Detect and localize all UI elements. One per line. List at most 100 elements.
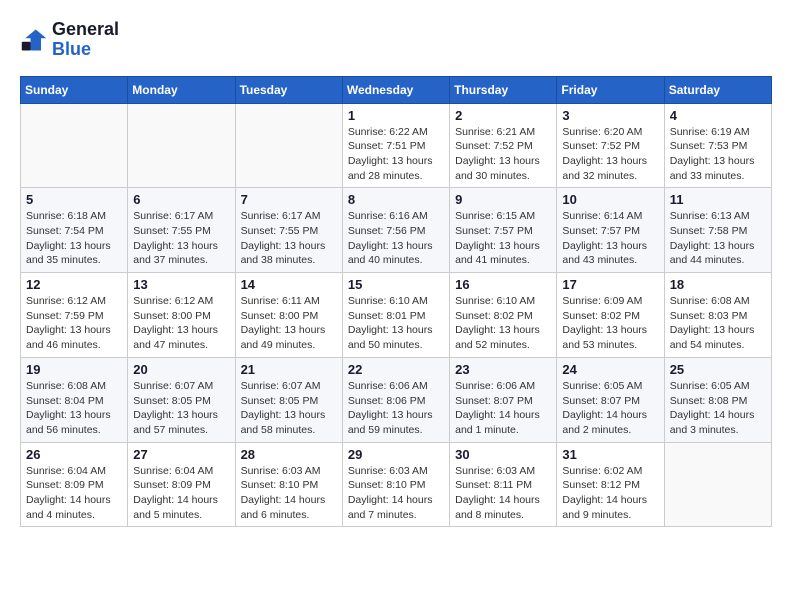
day-info: Sunrise: 6:18 AM Sunset: 7:54 PM Dayligh… bbox=[26, 209, 122, 268]
day-cell-23: 23Sunrise: 6:06 AM Sunset: 8:07 PM Dayli… bbox=[450, 357, 557, 442]
logo-text-line2: Blue bbox=[52, 40, 119, 60]
column-header-saturday: Saturday bbox=[664, 76, 771, 103]
week-row-2: 5 Sunrise: 6:18 AM Sunset: 7:54 PM Daylig… bbox=[21, 188, 772, 273]
day-number: 26 bbox=[26, 447, 122, 462]
day-cell-14: 14 Sunrise: 6:11 AM Sunset: 8:00 PM Dayli… bbox=[235, 273, 342, 358]
day-number: 14 bbox=[241, 277, 337, 292]
column-header-monday: Monday bbox=[128, 76, 235, 103]
day-cell-24: 24Sunrise: 6:05 AM Sunset: 8:07 PM Dayli… bbox=[557, 357, 664, 442]
day-number: 16 bbox=[455, 277, 551, 292]
day-info: Sunrise: 6:15 AM Sunset: 7:57 PM Dayligh… bbox=[455, 209, 551, 268]
day-cell-11: 11Sunrise: 6:13 AM Sunset: 7:58 PM Dayli… bbox=[664, 188, 771, 273]
empty-cell bbox=[235, 103, 342, 188]
day-info: Sunrise: 6:03 AM Sunset: 8:10 PM Dayligh… bbox=[241, 464, 337, 523]
day-number: 5 bbox=[26, 192, 122, 207]
day-info: Sunrise: 6:10 AM Sunset: 8:01 PM Dayligh… bbox=[348, 294, 444, 353]
day-number: 12 bbox=[26, 277, 122, 292]
day-info: Sunrise: 6:06 AM Sunset: 8:06 PM Dayligh… bbox=[348, 379, 444, 438]
day-info: Sunrise: 6:20 AM Sunset: 7:52 PM Dayligh… bbox=[562, 125, 658, 184]
day-number: 24 bbox=[562, 362, 658, 377]
day-number: 10 bbox=[562, 192, 658, 207]
week-row-5: 26 Sunrise: 6:04 AM Sunset: 8:09 PM Dayli… bbox=[21, 442, 772, 527]
day-number: 6 bbox=[133, 192, 229, 207]
day-cell-18: 18 Sunrise: 6:08 AM Sunset: 8:03 PM Dayli… bbox=[664, 273, 771, 358]
empty-cell bbox=[664, 442, 771, 527]
calendar-table: SundayMondayTuesdayWednesdayThursdayFrid… bbox=[20, 76, 772, 528]
day-info: Sunrise: 6:22 AM Sunset: 7:51 PM Dayligh… bbox=[348, 125, 444, 184]
day-number: 27 bbox=[133, 447, 229, 462]
day-info: Sunrise: 6:17 AM Sunset: 7:55 PM Dayligh… bbox=[133, 209, 229, 268]
day-number: 22 bbox=[348, 362, 444, 377]
day-cell-2: 2 Sunrise: 6:21 AM Sunset: 7:52 PM Daylig… bbox=[450, 103, 557, 188]
day-number: 7 bbox=[241, 192, 337, 207]
day-number: 19 bbox=[26, 362, 122, 377]
day-number: 18 bbox=[670, 277, 766, 292]
day-info: Sunrise: 6:12 AM Sunset: 7:59 PM Dayligh… bbox=[26, 294, 122, 353]
day-cell-28: 28 Sunrise: 6:03 AM Sunset: 8:10 PM Dayli… bbox=[235, 442, 342, 527]
day-cell-27: 27Sunrise: 6:04 AM Sunset: 8:09 PM Dayli… bbox=[128, 442, 235, 527]
day-cell-5: 5 Sunrise: 6:18 AM Sunset: 7:54 PM Daylig… bbox=[21, 188, 128, 273]
day-info: Sunrise: 6:07 AM Sunset: 8:05 PM Dayligh… bbox=[241, 379, 337, 438]
day-number: 31 bbox=[562, 447, 658, 462]
logo-icon bbox=[20, 26, 48, 54]
day-cell-7: 7Sunrise: 6:17 AM Sunset: 7:55 PM Daylig… bbox=[235, 188, 342, 273]
column-header-friday: Friday bbox=[557, 76, 664, 103]
day-cell-25: 25 Sunrise: 6:05 AM Sunset: 8:08 PM Dayli… bbox=[664, 357, 771, 442]
day-number: 1 bbox=[348, 108, 444, 123]
day-info: Sunrise: 6:21 AM Sunset: 7:52 PM Dayligh… bbox=[455, 125, 551, 184]
day-cell-26: 26 Sunrise: 6:04 AM Sunset: 8:09 PM Dayli… bbox=[21, 442, 128, 527]
day-info: Sunrise: 6:09 AM Sunset: 8:02 PM Dayligh… bbox=[562, 294, 658, 353]
week-row-4: 19 Sunrise: 6:08 AM Sunset: 8:04 PM Dayli… bbox=[21, 357, 772, 442]
day-cell-8: 8 Sunrise: 6:16 AM Sunset: 7:56 PM Daylig… bbox=[342, 188, 449, 273]
day-info: Sunrise: 6:08 AM Sunset: 8:03 PM Dayligh… bbox=[670, 294, 766, 353]
day-cell-10: 10Sunrise: 6:14 AM Sunset: 7:57 PM Dayli… bbox=[557, 188, 664, 273]
day-number: 8 bbox=[348, 192, 444, 207]
day-info: Sunrise: 6:10 AM Sunset: 8:02 PM Dayligh… bbox=[455, 294, 551, 353]
day-number: 11 bbox=[670, 192, 766, 207]
empty-cell bbox=[128, 103, 235, 188]
day-number: 29 bbox=[348, 447, 444, 462]
day-cell-16: 16 Sunrise: 6:10 AM Sunset: 8:02 PM Dayli… bbox=[450, 273, 557, 358]
day-number: 25 bbox=[670, 362, 766, 377]
day-cell-20: 20Sunrise: 6:07 AM Sunset: 8:05 PM Dayli… bbox=[128, 357, 235, 442]
day-number: 3 bbox=[562, 108, 658, 123]
day-number: 4 bbox=[670, 108, 766, 123]
day-cell-21: 21 Sunrise: 6:07 AM Sunset: 8:05 PM Dayli… bbox=[235, 357, 342, 442]
day-info: Sunrise: 6:03 AM Sunset: 8:10 PM Dayligh… bbox=[348, 464, 444, 523]
day-info: Sunrise: 6:16 AM Sunset: 7:56 PM Dayligh… bbox=[348, 209, 444, 268]
day-number: 2 bbox=[455, 108, 551, 123]
day-cell-31: 31 Sunrise: 6:02 AM Sunset: 8:12 PM Dayli… bbox=[557, 442, 664, 527]
column-header-tuesday: Tuesday bbox=[235, 76, 342, 103]
day-cell-4: 4 Sunrise: 6:19 AM Sunset: 7:53 PM Daylig… bbox=[664, 103, 771, 188]
day-info: Sunrise: 6:08 AM Sunset: 8:04 PM Dayligh… bbox=[26, 379, 122, 438]
day-info: Sunrise: 6:19 AM Sunset: 7:53 PM Dayligh… bbox=[670, 125, 766, 184]
day-info: Sunrise: 6:04 AM Sunset: 8:09 PM Dayligh… bbox=[26, 464, 122, 523]
logo: General Blue bbox=[20, 20, 119, 60]
day-info: Sunrise: 6:11 AM Sunset: 8:00 PM Dayligh… bbox=[241, 294, 337, 353]
day-cell-3: 3 Sunrise: 6:20 AM Sunset: 7:52 PM Daylig… bbox=[557, 103, 664, 188]
day-info: Sunrise: 6:12 AM Sunset: 8:00 PM Dayligh… bbox=[133, 294, 229, 353]
logo-text-line1: General bbox=[52, 20, 119, 40]
day-cell-29: 29 Sunrise: 6:03 AM Sunset: 8:10 PM Dayli… bbox=[342, 442, 449, 527]
day-cell-30: 30Sunrise: 6:03 AM Sunset: 8:11 PM Dayli… bbox=[450, 442, 557, 527]
week-row-3: 12 Sunrise: 6:12 AM Sunset: 7:59 PM Dayli… bbox=[21, 273, 772, 358]
column-header-thursday: Thursday bbox=[450, 76, 557, 103]
day-cell-9: 9 Sunrise: 6:15 AM Sunset: 7:57 PM Daylig… bbox=[450, 188, 557, 273]
day-cell-22: 22 Sunrise: 6:06 AM Sunset: 8:06 PM Dayli… bbox=[342, 357, 449, 442]
day-info: Sunrise: 6:02 AM Sunset: 8:12 PM Dayligh… bbox=[562, 464, 658, 523]
day-cell-13: 13Sunrise: 6:12 AM Sunset: 8:00 PM Dayli… bbox=[128, 273, 235, 358]
day-info: Sunrise: 6:05 AM Sunset: 8:08 PM Dayligh… bbox=[670, 379, 766, 438]
day-number: 30 bbox=[455, 447, 551, 462]
day-number: 20 bbox=[133, 362, 229, 377]
day-number: 21 bbox=[241, 362, 337, 377]
column-header-wednesday: Wednesday bbox=[342, 76, 449, 103]
empty-cell bbox=[21, 103, 128, 188]
day-cell-19: 19 Sunrise: 6:08 AM Sunset: 8:04 PM Dayli… bbox=[21, 357, 128, 442]
day-number: 9 bbox=[455, 192, 551, 207]
day-number: 28 bbox=[241, 447, 337, 462]
week-row-1: 1 Sunrise: 6:22 AM Sunset: 7:51 PM Daylig… bbox=[21, 103, 772, 188]
day-number: 15 bbox=[348, 277, 444, 292]
page-header: General Blue bbox=[20, 20, 772, 60]
day-cell-1: 1 Sunrise: 6:22 AM Sunset: 7:51 PM Daylig… bbox=[342, 103, 449, 188]
column-header-sunday: Sunday bbox=[21, 76, 128, 103]
